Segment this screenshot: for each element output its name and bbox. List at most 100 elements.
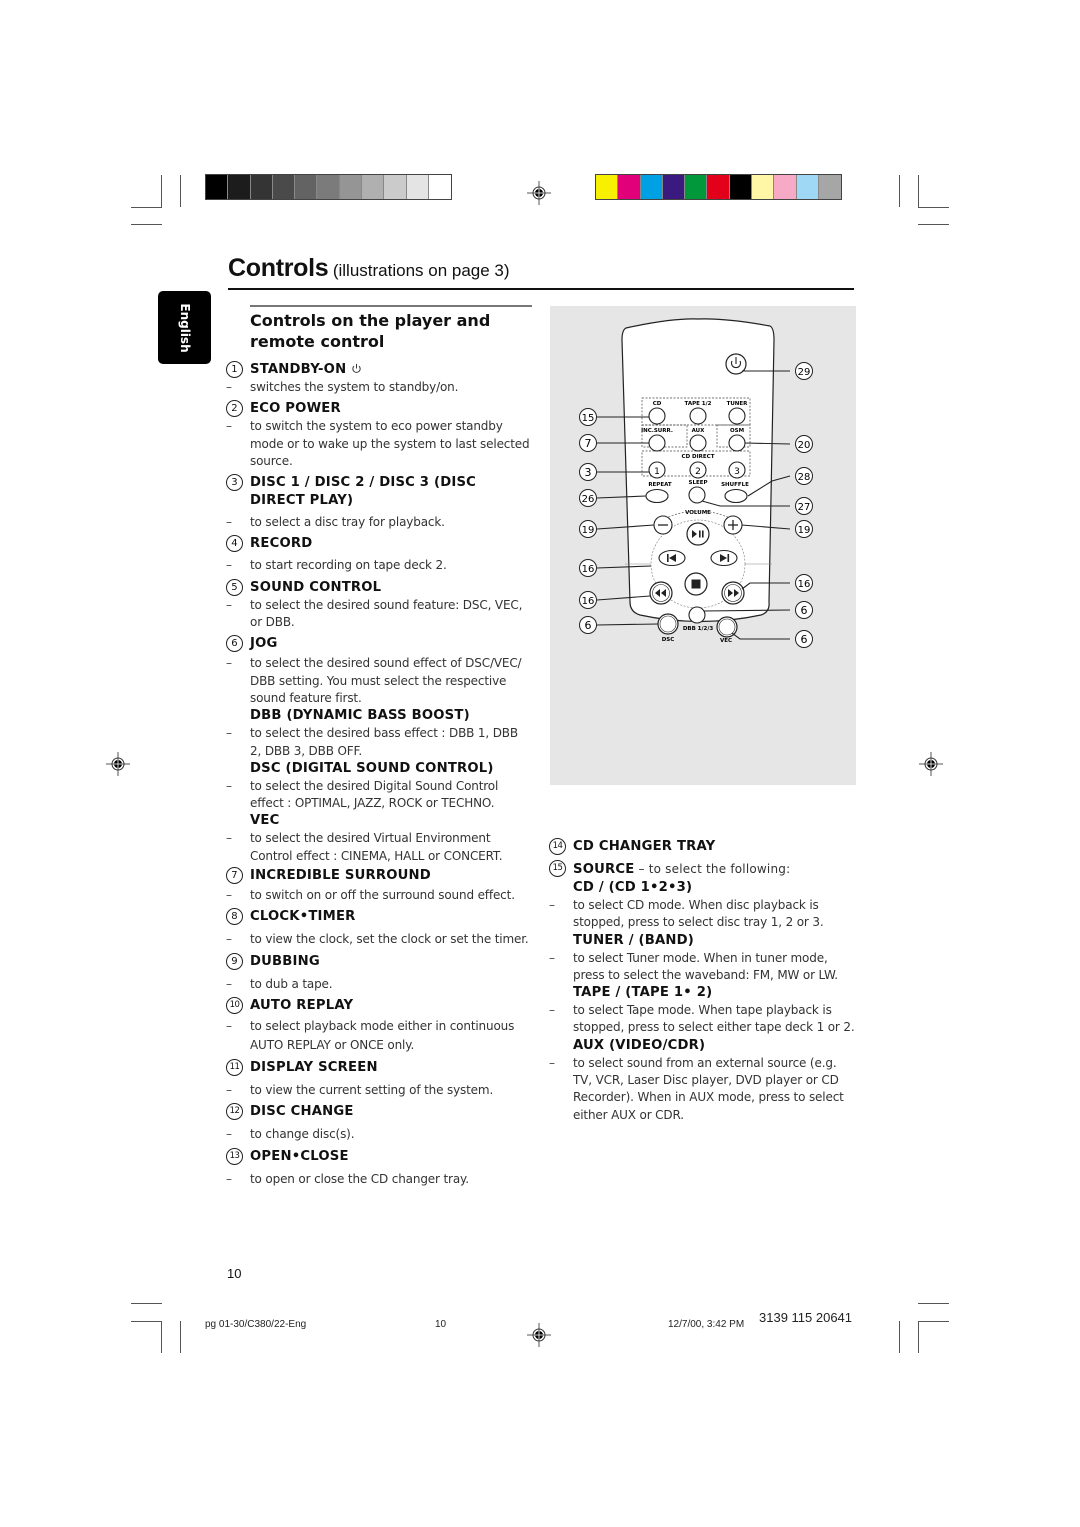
color-swatch xyxy=(818,175,842,199)
color-swatch xyxy=(729,175,753,199)
item-description: to select playback mode either in contin… xyxy=(226,1017,532,1055)
color-swatch xyxy=(774,175,797,199)
section-divider xyxy=(250,305,532,307)
remote-button-tuner xyxy=(728,407,746,425)
item-title: RECORD xyxy=(250,536,313,552)
remote-control-illustration: CD TAPE 1/2 TUNER INC.SURR. AUX OSM CD D… xyxy=(550,306,856,785)
section-heading: Controls on the player and remote contro… xyxy=(250,311,491,351)
svg-text:2: 2 xyxy=(695,467,701,477)
footer-timestamp: 12/7/00, 3:42 PM xyxy=(668,1319,745,1330)
item-title: DISC CHANGE xyxy=(250,1104,354,1120)
remote-label-cd: CD xyxy=(653,401,662,407)
item-title: SOURCE xyxy=(573,862,635,877)
item-description: to open or close the CD changer tray. xyxy=(226,1171,532,1189)
item-title: CD CHANGER TRAY xyxy=(573,839,716,854)
item-title: AUTO REPLAY xyxy=(250,997,354,1013)
item-description: to select the desired sound effect of DS… xyxy=(226,655,532,707)
item-description: to start recording on tape deck 2. xyxy=(226,557,532,575)
controls-list-left: Controls on the player and remote contro… xyxy=(226,305,532,1188)
sub-item-title-tuner: TUNER / (BAND) xyxy=(573,932,694,948)
item-title: ECO POWER xyxy=(250,401,341,417)
callout-number: 6 xyxy=(585,619,592,632)
item-title: DISPLAY SCREEN xyxy=(250,1059,378,1075)
grayscale-swatch xyxy=(272,175,296,199)
callout-number: 6 xyxy=(801,604,808,617)
grayscale-swatch xyxy=(317,175,340,199)
control-item-incredible-surround: 7 INCREDIBLE SURROUND to switch on or off… xyxy=(226,867,532,905)
sub-item-description: to select CD mode. When disc playback is… xyxy=(549,897,855,932)
grayscale-swatch xyxy=(228,175,251,199)
control-item-source: 15 SOURCE – to select the following: CD /… xyxy=(549,860,855,1124)
page-title-subtitle: (illustrations on page 3) xyxy=(332,261,510,280)
remote-label-aux: AUX xyxy=(692,428,706,434)
grayscale-swatch xyxy=(250,175,273,199)
item-number: 10 xyxy=(226,996,243,1014)
language-tab-label: English xyxy=(177,302,192,353)
grayscale-swatch xyxy=(384,175,407,199)
item-description: to select a disc tray for playback. xyxy=(226,514,532,532)
remote-button-dbb xyxy=(688,606,706,624)
registration-mark-icon xyxy=(106,752,130,776)
page-title-main: Controls xyxy=(228,254,329,282)
item-number: 6 xyxy=(226,635,243,653)
item-title: DISC 1 / DISC 2 / DISC 3 (DISC DIRECT PL… xyxy=(250,475,477,509)
color-calibration-bar xyxy=(595,174,843,200)
control-item-record: 4 RECORD to start recording on tape deck … xyxy=(226,535,532,575)
item-number: 7 xyxy=(226,867,243,885)
item-title: DUBBING xyxy=(250,953,320,969)
item-description: to change disc(s). xyxy=(226,1126,532,1144)
registration-mark-icon xyxy=(527,181,551,205)
item-title: JOG xyxy=(250,636,278,652)
control-item-eco-power: 2 ECO POWER to switch the system to eco p… xyxy=(226,400,532,470)
control-item-dubbing: 9 DUBBING to dub a tape. xyxy=(226,952,532,993)
control-item-sound-control: 5 SOUND CONTROL to select the desired sou… xyxy=(226,578,532,632)
registration-mark-icon xyxy=(527,1323,551,1347)
control-item-auto-replay: 10 AUTO REPLAY to select playback mode ei… xyxy=(226,996,532,1055)
svg-text:3: 3 xyxy=(734,467,740,477)
item-number: 15 xyxy=(549,860,566,877)
item-description: to view the clock, set the clock or set … xyxy=(226,931,532,949)
control-item-standby-on: 1 STANDBY-ON switches the system to stand… xyxy=(226,361,532,397)
remote-label-sleep: SLEEP xyxy=(688,480,707,486)
remote-button-inc-surr xyxy=(648,434,666,452)
sub-item-title-tape: TAPE / (TAPE 1• 2) xyxy=(573,985,713,1001)
sub-item-title-dbb: DBB (DYNAMIC BASS BOOST) xyxy=(250,708,470,724)
remote-label-repeat: REPEAT xyxy=(648,482,672,488)
grayscale-swatch xyxy=(295,175,318,199)
item-number: 4 xyxy=(226,535,243,553)
sub-item-title-cd: CD / (CD 1•2•3) xyxy=(573,880,693,895)
grayscale-calibration-bar xyxy=(205,174,453,200)
language-tab: English xyxy=(158,291,211,364)
control-item-cd-changer-tray: 14 CD CHANGER TRAY xyxy=(549,838,855,856)
sub-item-title-aux: AUX (VIDEO/CDR) xyxy=(573,1037,706,1053)
remote-button-aux xyxy=(689,434,707,452)
remote-label-tuner: TUNER xyxy=(727,401,749,407)
remote-label-osm: OSM xyxy=(730,428,744,434)
callout-number: 7 xyxy=(585,437,592,450)
remote-label-cd-direct: CD DIRECT xyxy=(682,454,715,460)
callout-number: 3 xyxy=(585,466,592,479)
control-item-jog: 6 JOG to select the desired sound effect … xyxy=(226,635,532,865)
item-number: 14 xyxy=(549,838,566,855)
remote-label-dsc: DSC xyxy=(662,637,675,643)
remote-button-osm xyxy=(728,434,746,452)
remote-label-shuffle: SHUFFLE xyxy=(721,482,749,488)
control-item-disc-change: 12 DISC CHANGE to change disc(s). xyxy=(226,1103,532,1144)
footer-code: 3139 115 20641 xyxy=(759,1310,853,1325)
item-description: switches the system to standby/on. xyxy=(226,379,532,397)
control-item-open-close: 13 OPEN•CLOSE to open or close the CD cha… xyxy=(226,1147,532,1189)
sub-item-description: to select the desired Digital Sound Cont… xyxy=(226,778,532,813)
callout-number: 26 xyxy=(582,494,595,505)
callout-number: 19 xyxy=(798,525,811,536)
remote-label-inc-surr: INC.SURR. xyxy=(641,428,673,434)
item-number: 2 xyxy=(226,400,243,418)
item-title: OPEN•CLOSE xyxy=(250,1148,349,1164)
item-number: 9 xyxy=(226,952,243,970)
sub-item-description: to select Tuner mode. When in tuner mode… xyxy=(549,950,855,985)
remote-button-repeat xyxy=(645,488,669,504)
remote-button-dsc xyxy=(657,613,679,635)
callout-number: 28 xyxy=(798,472,811,483)
item-inline-text: – to select the following: xyxy=(634,862,791,876)
item-description: to switch on or off the surround sound e… xyxy=(226,887,532,905)
item-number: 13 xyxy=(226,1147,243,1165)
